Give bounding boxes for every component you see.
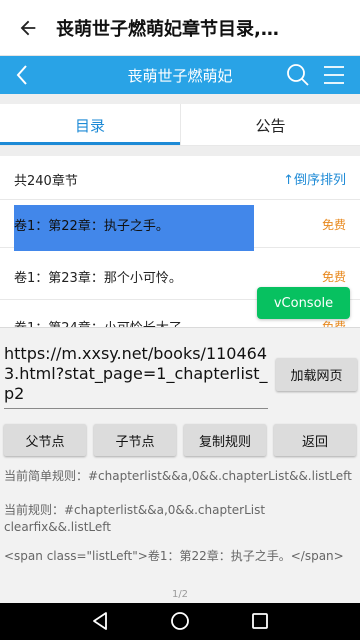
chapter-title: 卷1：第23章：那个小可怜。 bbox=[14, 271, 182, 286]
url-input[interactable]: https://m.xxsy.net/books/1104643.html?st… bbox=[4, 344, 268, 409]
site-header: 丧萌世子燃萌妃 bbox=[0, 56, 360, 94]
chapter-count: 共240章节 bbox=[14, 174, 78, 189]
separator bbox=[0, 146, 360, 156]
return-button[interactable]: 返回 bbox=[274, 424, 356, 456]
page-title: 丧萌世子燃萌妃章节目录,… bbox=[56, 18, 279, 40]
system-nav-bar bbox=[0, 603, 360, 640]
nav-home-icon[interactable] bbox=[168, 609, 192, 633]
tab-bar: 目录 公告 bbox=[0, 104, 360, 146]
rule-panel: https://m.xxsy.net/books/1104643.html?st… bbox=[0, 327, 360, 603]
parent-node-button[interactable]: 父节点 bbox=[4, 424, 86, 456]
tab-active-indicator bbox=[0, 142, 180, 145]
chapter-item[interactable]: 卷1：第22章：执子之手。 免费 bbox=[0, 200, 360, 251]
rule-text: 当前规则：#chapterlist&&a,0&&.chapterList cle… bbox=[4, 503, 266, 534]
free-badge: 免费 bbox=[321, 270, 346, 284]
site-title: 丧萌世子燃萌妃 bbox=[127, 66, 233, 85]
site-back-icon[interactable] bbox=[10, 62, 34, 88]
search-icon[interactable] bbox=[286, 63, 310, 87]
vconsole-button[interactable]: vConsole bbox=[257, 287, 350, 319]
free-badge: 免费 bbox=[321, 218, 346, 232]
separator bbox=[0, 94, 360, 104]
tab-announcement[interactable]: 公告 bbox=[180, 104, 360, 146]
chapter-title: 卷1：第22章：执子之手。 bbox=[14, 219, 169, 234]
tab-catalog[interactable]: 目录 bbox=[0, 104, 180, 146]
element-html-text: <span class="listLeft">卷1：第22章：执子之手。</sp… bbox=[4, 549, 344, 563]
page-indicator: 1/2 bbox=[171, 589, 189, 600]
nav-back-icon[interactable] bbox=[88, 609, 112, 633]
load-page-button[interactable]: 加载网页 bbox=[276, 358, 357, 391]
simple-rule-text: 当前简单规则：#chapterlist&&a,0&&.chapterList&&… bbox=[4, 469, 352, 483]
nav-recents-icon[interactable] bbox=[248, 609, 272, 633]
app-bar: 丧萌世子燃萌妃章节目录,… bbox=[0, 0, 360, 56]
sort-toggle[interactable]: ↑倒序排列 bbox=[283, 169, 346, 188]
back-arrow-icon[interactable] bbox=[0, 0, 56, 56]
child-node-button[interactable]: 子节点 bbox=[94, 424, 176, 456]
menu-icon[interactable] bbox=[322, 63, 346, 87]
chapter-list-header: 共240章节 ↑倒序排列 bbox=[0, 156, 360, 200]
copy-rule-button[interactable]: 复制规则 bbox=[184, 424, 266, 456]
